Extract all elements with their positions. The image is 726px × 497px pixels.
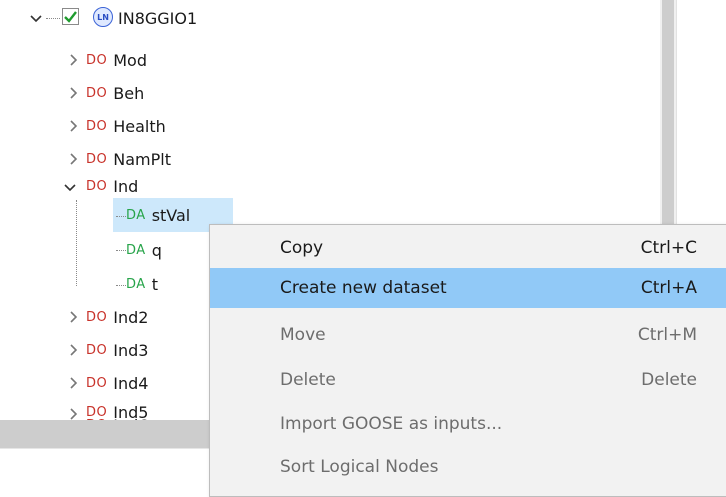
tree-node-label: Ind2 <box>113 307 149 327</box>
tree-node-label: Health <box>113 116 166 136</box>
data-attribute-badge: DA <box>126 242 146 258</box>
tree-node-label: t <box>151 274 158 294</box>
tree-node-t[interactable]: DA t <box>126 268 158 300</box>
tree-node-root[interactable]: IN8GGIO1 <box>118 2 197 34</box>
menu-item-sort-logical-nodes[interactable]: Sort Logical Nodes <box>210 447 726 487</box>
menu-item-label: Move <box>280 325 326 345</box>
menu-item-shortcut: Ctrl+M <box>637 325 697 345</box>
tree-node-ind2[interactable]: DO Ind2 <box>86 301 148 333</box>
tree-node-label: IN8GGIO1 <box>118 8 198 28</box>
tree-node-label: q <box>151 240 162 260</box>
menu-item-copy[interactable]: Copy Ctrl+C <box>210 228 726 268</box>
data-attribute-badge: DA <box>126 276 146 292</box>
data-object-badge: DO <box>86 309 108 325</box>
data-object-badge: DO <box>86 85 108 101</box>
tree-node-label: NamPlt <box>113 149 171 169</box>
tree-connector <box>116 216 126 217</box>
data-object-badge: DO <box>86 375 108 391</box>
menu-item-label: Sort Logical Nodes <box>280 457 439 477</box>
menu-item-shortcut: Ctrl+C <box>640 238 697 258</box>
menu-item-create-new-dataset[interactable]: Create new dataset Ctrl+A <box>210 268 726 308</box>
menu-item-label: Delete <box>280 370 336 390</box>
data-object-badge: DO <box>86 178 108 194</box>
chevron-right-icon[interactable] <box>66 116 82 136</box>
data-object-badge: DO <box>86 52 108 68</box>
check-icon <box>64 11 77 23</box>
data-object-badge: DO <box>86 151 108 167</box>
data-object-badge: DO <box>86 118 108 134</box>
checkbox[interactable] <box>62 8 79 25</box>
tree-node-q[interactable]: DA q <box>126 234 162 266</box>
menu-item-label: Create new dataset <box>280 278 447 298</box>
tree-node-stval[interactable]: DA stVal <box>126 199 190 231</box>
tree-node-label: Mod <box>113 50 147 70</box>
chevron-right-icon[interactable] <box>66 83 82 103</box>
tree-connector <box>76 200 77 286</box>
menu-item-shortcut: Ctrl+A <box>640 278 697 298</box>
tree-node-label: stVal <box>151 205 191 225</box>
logical-node-icon: LN <box>93 7 113 27</box>
chevron-right-icon[interactable] <box>66 50 82 70</box>
tree-node-beh[interactable]: DO Beh <box>86 77 144 109</box>
tree-node-label: Beh <box>113 83 145 103</box>
tree-node-ind3[interactable]: DO Ind3 <box>86 334 148 366</box>
tree-node-ind4[interactable]: DO Ind4 <box>86 367 148 399</box>
menu-item-shortcut: Delete <box>641 370 697 390</box>
menu-item-move[interactable]: Move Ctrl+M <box>210 315 726 355</box>
chevron-down-icon[interactable] <box>62 178 78 198</box>
chevron-down-icon[interactable] <box>28 9 44 29</box>
context-menu: Copy Ctrl+C Create new dataset Ctrl+A Mo… <box>209 224 726 497</box>
menu-item-import-goose[interactable]: Import GOOSE as inputs... <box>210 404 726 444</box>
tree-node-label: Ind <box>113 176 139 196</box>
chevron-right-icon[interactable] <box>66 307 82 327</box>
chevron-right-icon[interactable] <box>66 149 82 169</box>
chevron-right-icon[interactable] <box>66 340 82 360</box>
chevron-right-icon[interactable] <box>66 373 82 393</box>
tree-node-label: Ind4 <box>113 373 149 393</box>
menu-item-delete[interactable]: Delete Delete <box>210 360 726 400</box>
data-attribute-badge: DA <box>126 207 146 223</box>
menu-item-label: Copy <box>280 238 324 258</box>
tree-connector <box>116 250 126 251</box>
tree-node-label: Ind3 <box>113 340 149 360</box>
tree-node-mod[interactable]: DO Mod <box>86 44 147 76</box>
tree-connector <box>46 18 60 19</box>
menu-item-label: Import GOOSE as inputs... <box>280 414 503 434</box>
data-object-badge: DO <box>86 342 108 358</box>
tree-connector <box>116 285 126 286</box>
tree-node-health[interactable]: DO Health <box>86 110 166 142</box>
